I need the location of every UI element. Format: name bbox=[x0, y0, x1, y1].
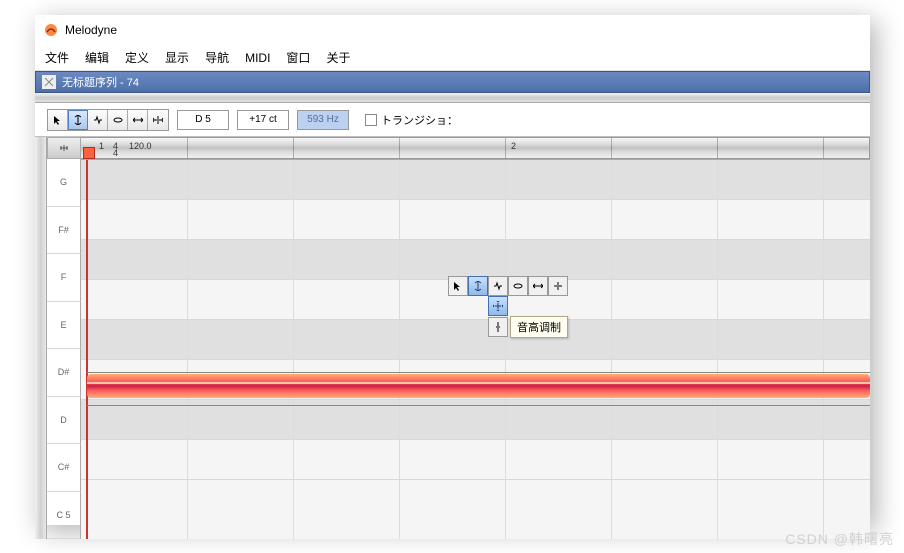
cm-arrow-tool[interactable] bbox=[448, 276, 468, 296]
tsig-den: 4 bbox=[113, 148, 118, 158]
watermark: CSDN @韩曙亮 bbox=[785, 529, 894, 549]
menu-display[interactable]: 显示 bbox=[165, 49, 189, 66]
left-gutter bbox=[35, 137, 47, 539]
bar-label-2: 2 bbox=[511, 141, 516, 151]
cm-pitch-drift-tool[interactable] bbox=[488, 317, 508, 337]
cm-pitch-mod-tool[interactable] bbox=[488, 296, 508, 316]
document-header: 无标题序列 - 74 bbox=[35, 71, 870, 93]
piano-key-d[interactable]: D bbox=[47, 397, 81, 445]
freq-display: 593 Hz bbox=[297, 110, 349, 130]
timeline-ruler: 1 4 4 120.0 2 bbox=[47, 137, 870, 159]
title-bar: Melodyne bbox=[35, 15, 870, 45]
cm-timing-tool[interactable] bbox=[528, 276, 548, 296]
menu-midi[interactable]: MIDI bbox=[245, 51, 270, 65]
menu-edit[interactable]: 编辑 bbox=[85, 49, 109, 66]
note-display: D 5 bbox=[177, 110, 229, 130]
context-tool-menu: 音高调制 bbox=[448, 276, 568, 338]
transition-checkbox[interactable] bbox=[365, 114, 377, 126]
ruler-track[interactable]: 1 4 4 120.0 2 bbox=[81, 137, 870, 159]
amplitude-tool-button[interactable] bbox=[108, 110, 128, 130]
timing-tool-button[interactable] bbox=[128, 110, 148, 130]
app-title: Melodyne bbox=[65, 23, 117, 37]
menu-file[interactable]: 文件 bbox=[45, 49, 69, 66]
piano-key-f[interactable]: F bbox=[47, 254, 81, 302]
menu-window[interactable]: 窗口 bbox=[286, 49, 310, 66]
cents-display: +17 ct bbox=[237, 110, 289, 130]
note-blob-d5[interactable] bbox=[87, 372, 870, 406]
context-tooltip: 音高调制 bbox=[510, 316, 568, 338]
menu-bar: 文件 编辑 定义 显示 导航 MIDI 窗口 关于 bbox=[35, 45, 870, 71]
piano-key-c5[interactable]: C 5 bbox=[47, 492, 81, 540]
piano-key-csharp[interactable]: C# bbox=[47, 444, 81, 492]
pitch-tool-button[interactable] bbox=[68, 110, 88, 130]
document-title: 无标题序列 - 74 bbox=[62, 74, 139, 90]
menu-about[interactable]: 关于 bbox=[326, 49, 350, 66]
arrow-tool-button[interactable] bbox=[48, 110, 68, 130]
toolbar: D 5 +17 ct 593 Hz トランジショ： bbox=[35, 103, 870, 137]
piano-key-dsharp[interactable]: D# bbox=[47, 349, 81, 397]
note-grid[interactable] bbox=[81, 159, 870, 539]
quantize-icon bbox=[58, 142, 70, 154]
piano-key-fsharp[interactable]: F# bbox=[47, 207, 81, 255]
tempo-label: 120.0 bbox=[129, 141, 152, 151]
document-icon bbox=[42, 75, 56, 89]
formant-tool-button[interactable] bbox=[88, 110, 108, 130]
separation-tool-button[interactable] bbox=[148, 110, 168, 130]
playhead-line bbox=[86, 160, 88, 539]
ruler-corner bbox=[47, 137, 81, 159]
cm-pitch-tool[interactable] bbox=[468, 276, 488, 296]
piano-column: G F# F E D# D C# C 5 bbox=[47, 159, 81, 539]
cm-formant-tool[interactable] bbox=[488, 276, 508, 296]
app-logo-icon bbox=[43, 22, 59, 38]
bar-label-1: 1 bbox=[99, 141, 104, 151]
transition-checkbox-wrap: トランジショ： bbox=[365, 112, 458, 128]
cm-amplitude-tool[interactable] bbox=[508, 276, 528, 296]
menu-navigate[interactable]: 导航 bbox=[205, 49, 229, 66]
playhead-marker[interactable] bbox=[83, 147, 95, 159]
piano-key-g[interactable]: G bbox=[47, 159, 81, 207]
tool-group-main bbox=[47, 109, 169, 131]
cm-separation-tool[interactable] bbox=[548, 276, 568, 296]
transition-label: トランジショ： bbox=[381, 112, 458, 128]
piano-key-e[interactable]: E bbox=[47, 302, 81, 350]
decorative-strip-top bbox=[35, 93, 870, 103]
menu-define[interactable]: 定义 bbox=[125, 49, 149, 66]
